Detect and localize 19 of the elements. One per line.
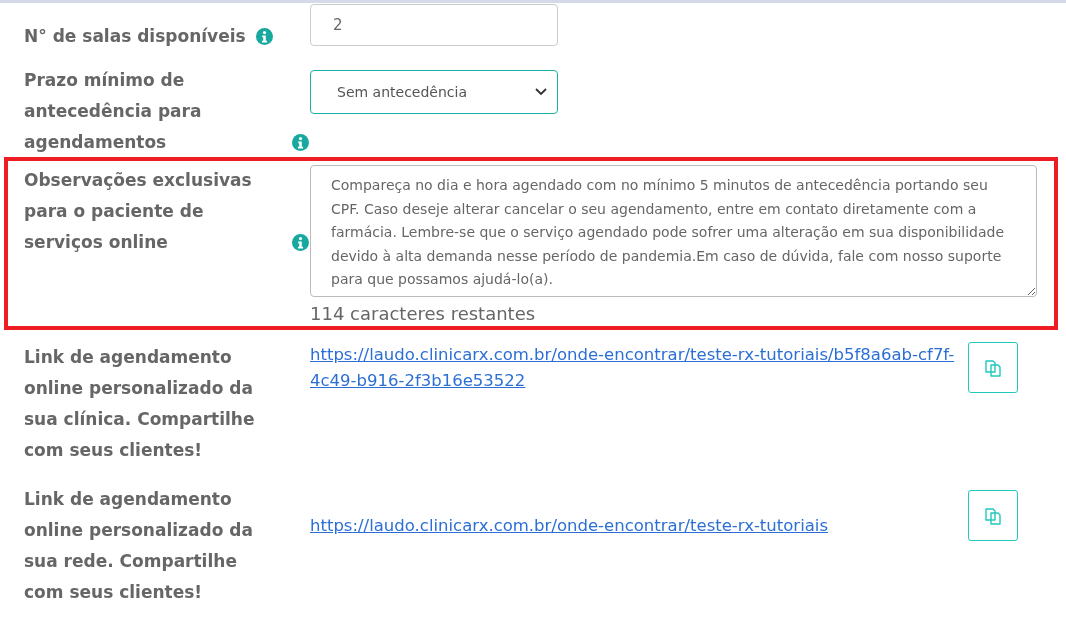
select-field[interactable]: Sem antecedência <box>310 70 558 114</box>
chevron-down-icon <box>535 88 547 96</box>
info-icon[interactable] <box>292 234 309 251</box>
info-icon[interactable] <box>255 28 273 45</box>
copy-icon <box>983 505 1004 526</box>
link[interactable]: https://laudo.clinicarx.com.br/onde-encontrar/teste-rx-tutoriais <box>310 512 969 539</box>
field-label: Link de agendamento online personalizado da sua rede. Compartilhe com seus clientes! <box>24 488 254 604</box>
field-label: Observações exclusivas para o paciente de serviços online <box>24 169 253 254</box>
copy-button[interactable] <box>968 490 1018 541</box>
copy-button[interactable] <box>968 342 1018 393</box>
info-icon[interactable] <box>292 134 309 151</box>
field-label: Link de agendamento online personalizado da sua clínica. Compartilhe com seus clientes! <box>24 346 256 462</box>
textarea-field[interactable]: Compareça no dia e hora agendado com no mínimo 5 minutos de antecedência portando seu CPF. Caso deseje alterar cancelar o seu agendamento, entre em contato diretamente com a farmácia. Lembre-se que o serviço agendado pode sofrer uma alteração em sua disponibilidade devido à alta demanda nesse período de pandemia.Em caso de dúvida, fale com nosso suporte para que possamos ajudá-lo(a). <box>310 165 1037 297</box>
field-label: Prazo mínimo de antecedência para agendamentos <box>24 69 203 154</box>
input-field[interactable]: 2 <box>310 4 558 46</box>
link[interactable]: https://laudo.clinicarx.com.br/onde-encontrar/teste-rx-tutoriais/b5f8a6ab-cf7f-4c49-b916-2f3b16e53522 <box>310 342 969 394</box>
copy-icon <box>983 357 1004 378</box>
character-counter: 114 caracteres restantes <box>310 303 537 324</box>
field-label: N° de salas disponíveis <box>24 25 246 48</box>
